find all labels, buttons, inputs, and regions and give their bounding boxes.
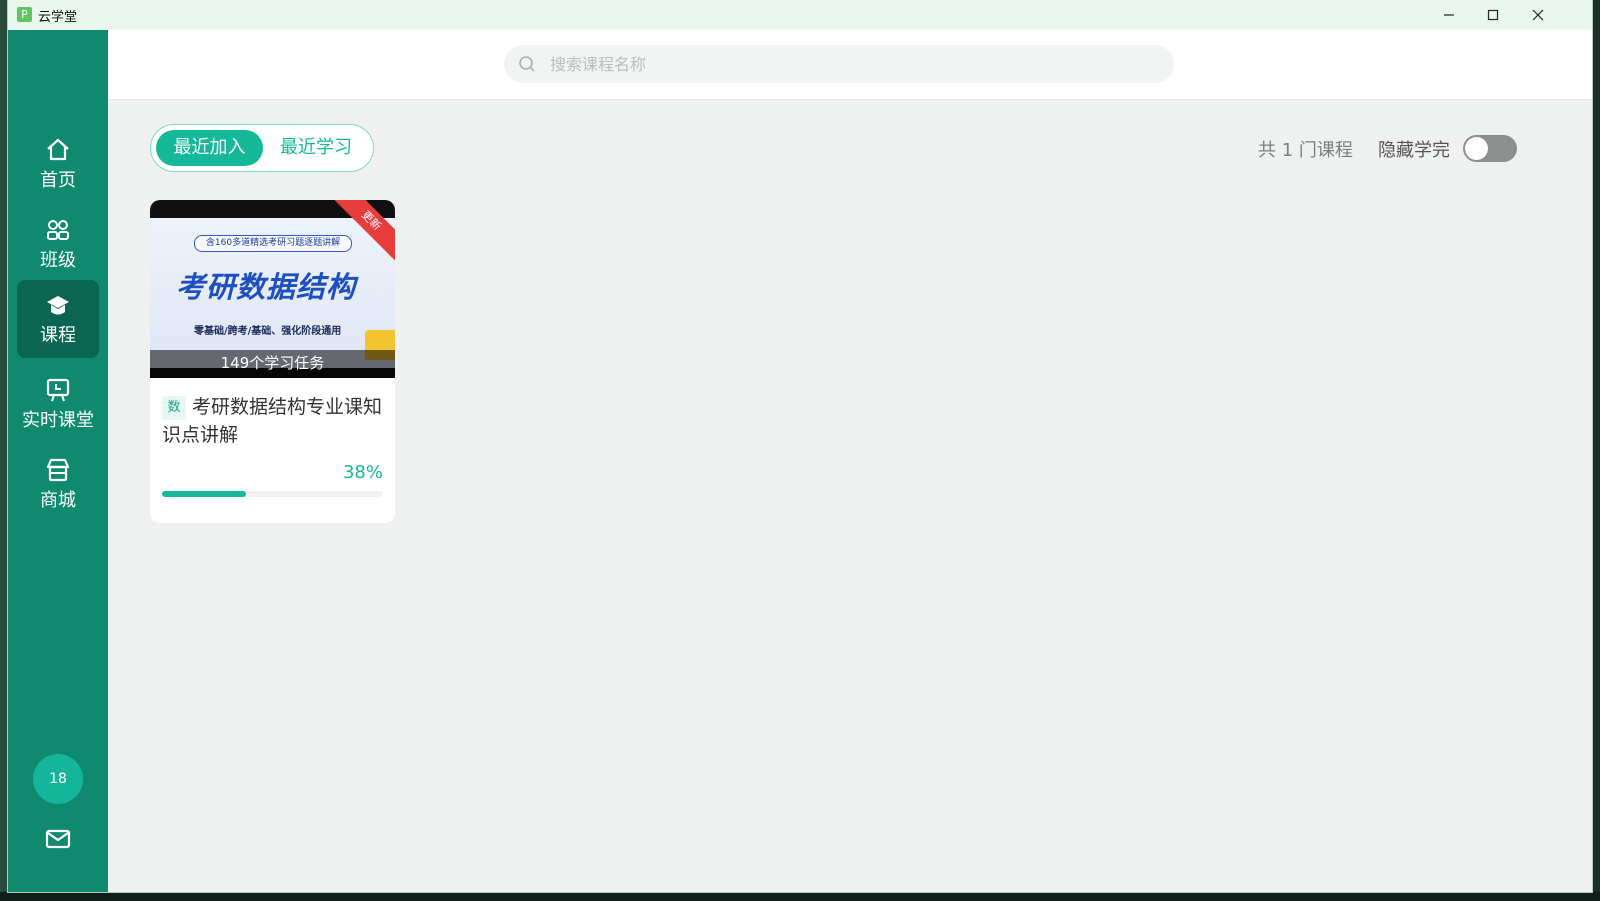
cover-pill-text: 含160多道精选考研习题逐题讲解 — [194, 235, 352, 252]
sidebar-item-label: 实时课堂 — [22, 410, 94, 431]
sidebar-item-class[interactable]: 班级 — [17, 205, 99, 283]
title-bar: P 云学堂 — [8, 0, 1592, 30]
close-button[interactable] — [1515, 0, 1561, 30]
hide-completed-label: 隐藏学完 — [1378, 140, 1450, 161]
progress-bar — [162, 491, 383, 497]
sidebar-item-label: 商城 — [40, 490, 76, 511]
course-cover-image: 含160多道精选考研习题逐题讲解 考研数据结构 零基础/跨考/基础、强化阶段通用… — [150, 200, 395, 378]
app-logo-icon: P — [17, 7, 32, 22]
minimize-icon — [1444, 14, 1454, 16]
live-class-icon — [46, 378, 70, 402]
course-count: 共 1 门课程 — [1258, 140, 1353, 161]
sidebar-item-live-class[interactable]: 实时课堂 — [17, 365, 99, 443]
search-icon — [519, 56, 535, 72]
sidebar-item-label: 首页 — [40, 170, 76, 191]
task-count: 149个学习任务 — [220, 354, 325, 372]
sort-tabs: 最近加入 最近学习 — [150, 124, 374, 172]
notification-badge[interactable]: 18 — [33, 754, 83, 804]
sidebar-item-label: 课程 — [40, 325, 76, 346]
app-window: P 云学堂 首页 班级 课程 实时课堂 商城 18 搜索课程名称 最近加入 最近… — [8, 0, 1592, 892]
sidebar-item-store[interactable]: 商城 — [17, 445, 99, 523]
maximize-button[interactable] — [1470, 0, 1516, 30]
progress-percent: 38% — [342, 462, 383, 483]
window-title: 云学堂 — [38, 10, 78, 25]
sidebar-item-course[interactable]: 课程 — [17, 280, 99, 358]
course-title: 考研数据结构专业课知识点讲解 — [162, 396, 383, 446]
cover-title-text: 考研数据结构 — [176, 270, 357, 304]
course-card[interactable]: 含160多道精选考研习题逐题讲解 考研数据结构 零基础/跨考/基础、强化阶段通用… — [150, 200, 395, 523]
hide-completed-toggle[interactable] — [1463, 135, 1517, 162]
mail-icon[interactable] — [45, 826, 71, 852]
home-icon — [47, 138, 69, 161]
search-box[interactable] — [504, 45, 1174, 83]
maximize-icon — [1487, 9, 1499, 21]
sidebar: 首页 班级 课程 实时课堂 商城 18 — [8, 30, 108, 892]
store-icon — [46, 458, 70, 482]
top-bar — [108, 30, 1592, 100]
progress-bar-fill — [162, 491, 246, 497]
minimize-button[interactable] — [1426, 0, 1472, 30]
sidebar-item-label: 班级 — [40, 250, 76, 271]
cover-subtitle-text: 零基础/跨考/基础、强化阶段通用 — [194, 326, 342, 337]
group-icon — [47, 220, 69, 240]
graduation-cap-icon — [47, 296, 69, 315]
search-input[interactable] — [548, 53, 1112, 75]
toggle-knob — [1465, 137, 1488, 160]
taskbar — [0, 892, 1600, 901]
close-icon — [1532, 9, 1544, 21]
tab-recent-studied[interactable]: 最近学习 — [264, 130, 368, 166]
tab-recent-joined[interactable]: 最近加入 — [156, 130, 263, 166]
sidebar-item-home[interactable]: 首页 — [17, 125, 99, 203]
